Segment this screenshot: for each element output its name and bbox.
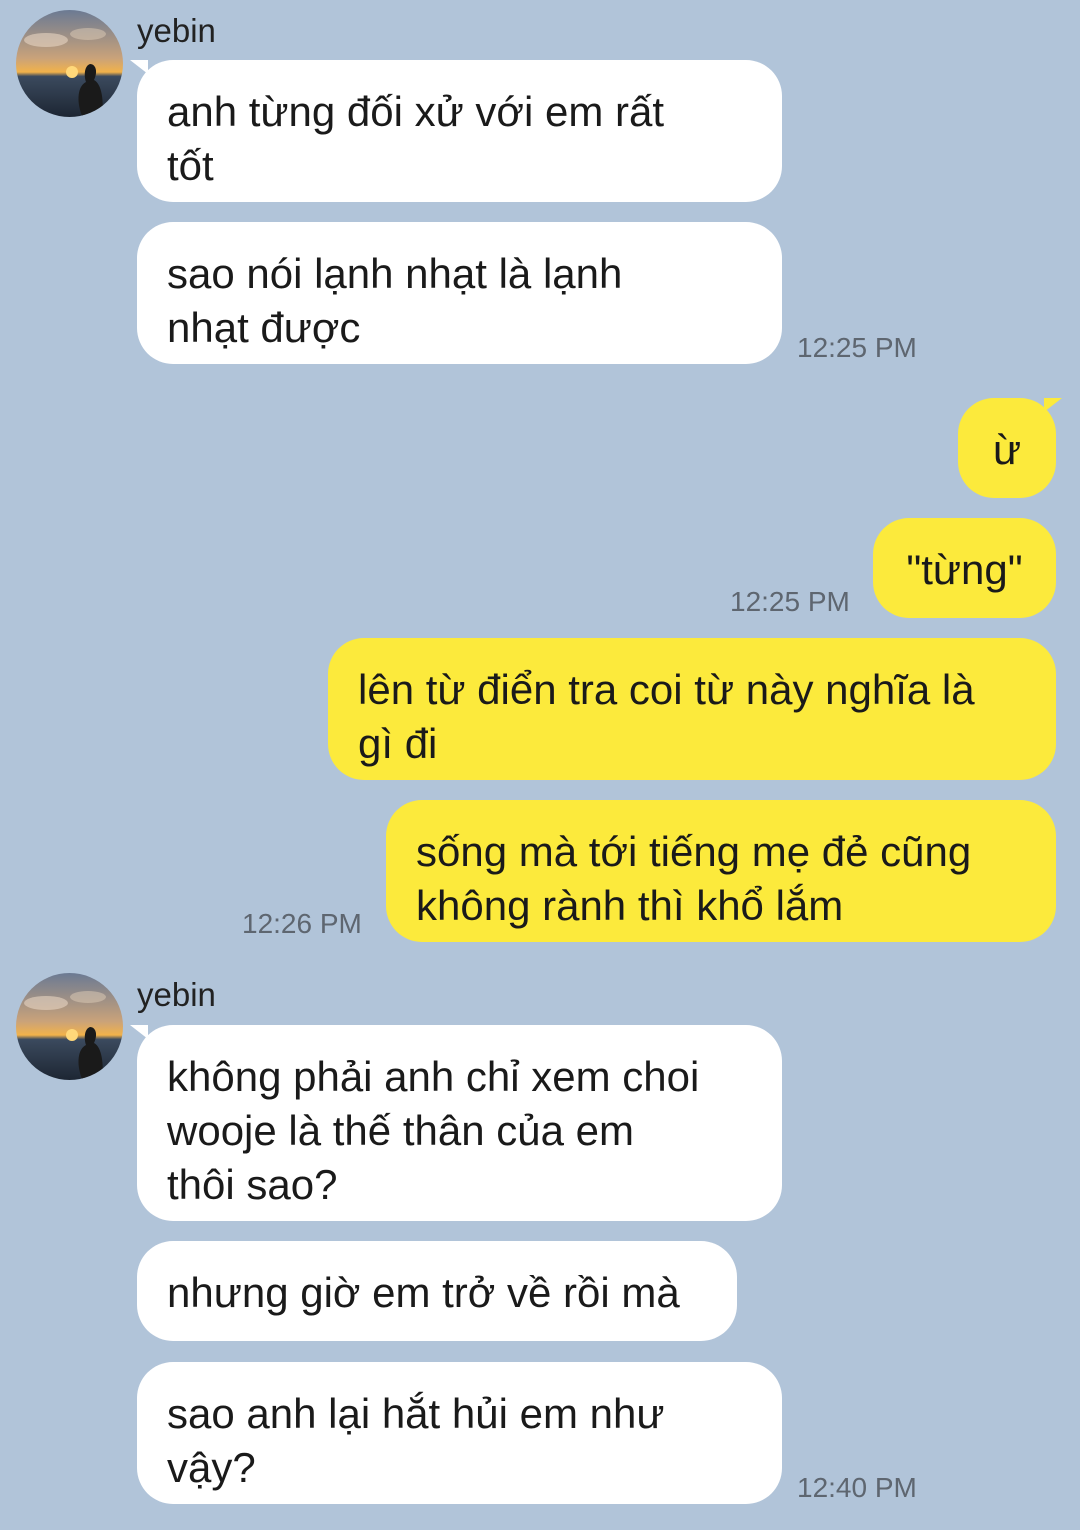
incoming-message-bubble[interactable]: không phải anh chỉ xem choi wooje là thế… — [137, 1025, 782, 1221]
outgoing-message-bubble[interactable]: "từng" — [873, 518, 1056, 618]
message-timestamp: 12:25 PM — [730, 586, 850, 617]
sender-name: yebin — [137, 12, 216, 49]
message-timestamp: 12:25 PM — [797, 332, 917, 363]
sunset-silhouette-avatar-icon — [16, 10, 123, 117]
incoming-message-bubble[interactable]: sao nói lạnh nhạt là lạnh nhạt được — [137, 222, 782, 364]
outgoing-message-bubble[interactable]: lên từ điển tra coi từ này nghĩa là gì đ… — [328, 638, 1056, 780]
sender-name: yebin — [137, 976, 216, 1013]
incoming-message-bubble[interactable]: anh từng đối xử với em rất tốt — [137, 60, 782, 202]
message-timestamp: 12:40 PM — [797, 1472, 917, 1503]
outgoing-message-bubble[interactable]: sống mà tới tiếng mẹ đẻ cũng không rành … — [386, 800, 1056, 942]
contact-avatar[interactable] — [16, 973, 123, 1080]
sunset-silhouette-avatar-icon — [16, 973, 123, 1080]
incoming-message-bubble[interactable]: nhưng giờ em trở về rồi mà — [137, 1241, 737, 1341]
incoming-message-bubble[interactable]: sao anh lại hắt hủi em như vậy? — [137, 1362, 782, 1504]
message-timestamp: 12:26 PM — [242, 908, 362, 939]
contact-avatar[interactable] — [16, 10, 123, 117]
outgoing-message-bubble[interactable]: ừ — [958, 398, 1056, 498]
